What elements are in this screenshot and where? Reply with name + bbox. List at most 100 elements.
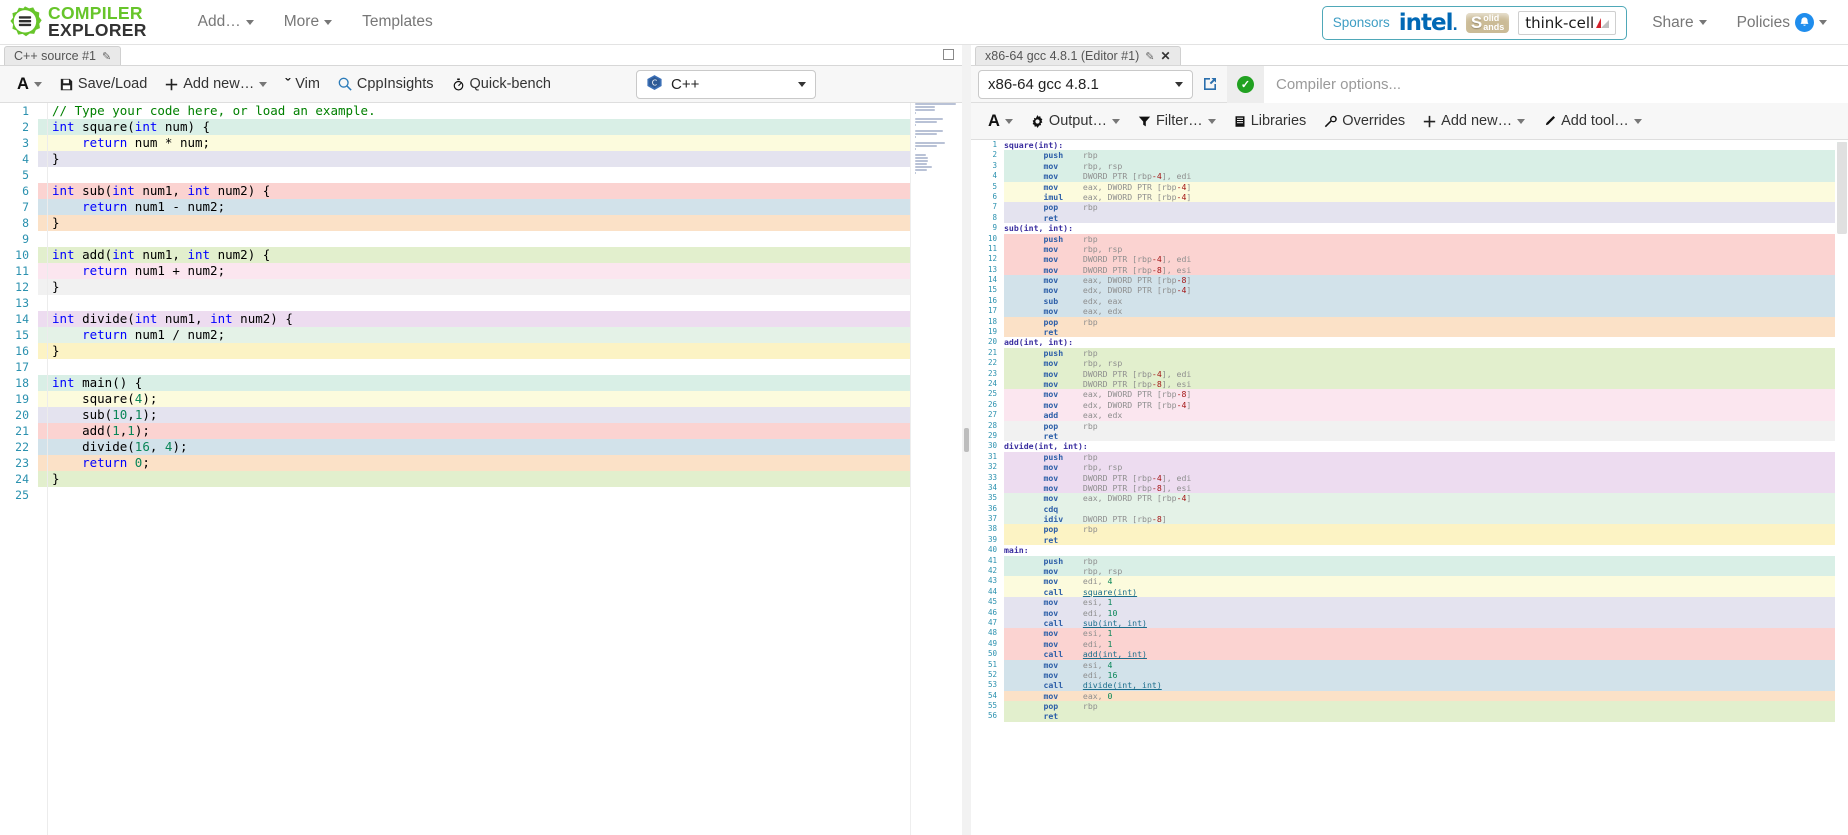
assembly-scroll-thumb[interactable] bbox=[1837, 142, 1847, 234]
assembly-scrollbar[interactable] bbox=[1835, 140, 1848, 835]
output-button[interactable]: Output… bbox=[1022, 108, 1129, 134]
add-tool-button[interactable]: Add tool… bbox=[1534, 108, 1651, 134]
source-code-line[interactable]: 2 int square(int num) { bbox=[0, 119, 962, 135]
compiler-select[interactable]: x86-64 gcc 4.8.1 bbox=[978, 69, 1193, 99]
filter-button[interactable]: Filter… bbox=[1129, 108, 1225, 134]
assembly-line[interactable]: 35 mov eax, DWORD PTR [rbp-4] bbox=[971, 493, 1848, 504]
assembly-line[interactable]: 31 push rbp bbox=[971, 451, 1848, 463]
assembly-line[interactable]: 13 mov DWORD PTR [rbp-8], esi bbox=[971, 264, 1848, 276]
maximise-pane-icon[interactable] bbox=[943, 49, 954, 60]
assembly-line[interactable]: 22 mov rbp, rsp bbox=[971, 358, 1848, 369]
assembly-line[interactable]: 1 square(int): bbox=[971, 140, 1848, 151]
source-code-line[interactable]: 15 return num1 / num2; bbox=[0, 327, 962, 343]
source-code-line[interactable]: 8} bbox=[0, 215, 962, 231]
assembly-line[interactable]: 27 add eax, edx bbox=[971, 410, 1848, 421]
assembly-line[interactable]: 10 push rbp bbox=[971, 233, 1848, 244]
assembly-line[interactable]: 30 divide(int, int): bbox=[971, 441, 1848, 452]
assembly-line[interactable]: 41 push rbp bbox=[971, 555, 1848, 567]
sponsors-box[interactable]: Sponsors intel. S olid ands think-cell bbox=[1321, 5, 1628, 40]
source-code-line[interactable]: 18 int main() { bbox=[0, 375, 962, 391]
pane-splitter-handle[interactable] bbox=[962, 45, 971, 835]
assembly-line[interactable]: 12 mov DWORD PTR [rbp-4], edi bbox=[971, 254, 1848, 265]
assembly-line[interactable]: 55 pop rbp bbox=[971, 701, 1848, 712]
assembly-line[interactable]: 23 mov DWORD PTR [rbp-4], edi bbox=[971, 368, 1848, 379]
assembly-line[interactable]: 5 mov eax, DWORD PTR [rbp-4] bbox=[971, 181, 1848, 192]
source-code-line[interactable]: 1 // Type your code here, or load an exam… bbox=[0, 103, 962, 119]
font-size-button[interactable]: A bbox=[979, 107, 1022, 136]
assembly-line[interactable]: 48 mov esi, 1 bbox=[971, 628, 1848, 639]
assembly-line[interactable]: 25 mov eax, DWORD PTR [rbp-8] bbox=[971, 389, 1848, 400]
assembly-line[interactable]: 20 add(int, int): bbox=[971, 337, 1848, 348]
assembly-line[interactable]: 8 ret bbox=[971, 212, 1848, 224]
nav-item-share[interactable]: Share bbox=[1637, 4, 1721, 42]
compiler-options-input[interactable] bbox=[1264, 65, 1848, 103]
source-code-line[interactable]: 22 divide(16, 4); bbox=[0, 439, 962, 455]
source-code-line[interactable]: 21 add(1,1); bbox=[0, 423, 962, 439]
add-new-button[interactable]: Add new… bbox=[1414, 108, 1534, 134]
compile-status-badge[interactable]: ✓ bbox=[1227, 65, 1264, 103]
source-code-line[interactable]: 7 return num1 - num2; bbox=[0, 199, 962, 215]
assembly-line[interactable]: 19 ret bbox=[971, 327, 1848, 338]
assembly-line[interactable]: 18 pop rbp bbox=[971, 316, 1848, 328]
assembly-line[interactable]: 38 pop rbp bbox=[971, 524, 1848, 535]
font-size-button[interactable]: A bbox=[8, 70, 51, 99]
assembly-line[interactable]: 3 mov rbp, rsp bbox=[971, 160, 1848, 172]
source-code-line[interactable]: 5 bbox=[0, 167, 962, 183]
assembly-line[interactable]: 43 mov edi, 4 bbox=[971, 576, 1848, 587]
assembly-line[interactable]: 51 mov esi, 4 bbox=[971, 659, 1848, 670]
assembly-line[interactable]: 47 call sub(int, int) bbox=[971, 617, 1848, 629]
assembly-line[interactable]: 37 idiv DWORD PTR [rbp-8] bbox=[971, 514, 1848, 525]
quick-bench-button[interactable]: Quick-bench bbox=[443, 71, 560, 97]
assembly-line[interactable]: 50 call add(int, int) bbox=[971, 649, 1848, 660]
source-minimap[interactable] bbox=[910, 103, 962, 835]
source-code-line[interactable]: 16} bbox=[0, 343, 962, 359]
source-code-line[interactable]: 14 int divide(int num1, int num2) { bbox=[0, 311, 962, 327]
cppinsights-button[interactable]: CppInsights bbox=[329, 71, 443, 97]
assembly-line[interactable]: 56 ret bbox=[971, 711, 1848, 722]
assembly-line[interactable]: 16 sub edx, eax bbox=[971, 295, 1848, 307]
think-cell-sponsor-logo[interactable]: think-cell bbox=[1518, 10, 1617, 35]
assembly-line[interactable]: 34 mov DWORD PTR [rbp-8], esi bbox=[971, 482, 1848, 494]
source-code-line[interactable]: 20 sub(10,1); bbox=[0, 407, 962, 423]
source-code-line[interactable]: 24} bbox=[0, 471, 962, 487]
overrides-button[interactable]: Overrides bbox=[1315, 108, 1414, 134]
nav-item-policies[interactable]: Policies bbox=[1722, 3, 1842, 42]
source-code-line[interactable]: 6 int sub(int num1, int num2) { bbox=[0, 183, 962, 199]
rename-pencil-icon[interactable]: ✎ bbox=[102, 50, 111, 63]
rename-pencil-icon[interactable]: ✎ bbox=[1145, 50, 1154, 63]
brand-logo-link[interactable]: COMPILER EXPLORER bbox=[0, 4, 147, 39]
assembly-output-view[interactable]: 1 square(int): 2 push rbp 3 mov rbp, rsp 4 m… bbox=[971, 140, 1848, 835]
assembly-line[interactable]: 42 mov rbp, rsp bbox=[971, 566, 1848, 577]
assembly-line[interactable]: 32 mov rbp, rsp bbox=[971, 462, 1848, 473]
assembly-line[interactable]: 7 pop rbp bbox=[971, 202, 1848, 213]
close-icon[interactable]: ✕ bbox=[1160, 49, 1170, 63]
add-new-button[interactable]: Add new… bbox=[156, 71, 276, 97]
assembly-line[interactable]: 4 mov DWORD PTR [rbp-4], edi bbox=[971, 171, 1848, 182]
solid-sands-sponsor-logo[interactable]: S olid ands bbox=[1465, 12, 1510, 33]
vim-button[interactable]: ˇ Vim bbox=[276, 71, 329, 98]
source-code-line[interactable]: 19 square(4); bbox=[0, 391, 962, 407]
assembly-line[interactable]: 24 mov DWORD PTR [rbp-8], esi bbox=[971, 378, 1848, 390]
source-code-line[interactable]: 25 bbox=[0, 487, 962, 503]
source-code-line[interactable]: 9 bbox=[0, 231, 962, 247]
nav-item-templates[interactable]: Templates bbox=[347, 3, 448, 41]
tab-cpp-source-1[interactable]: C++ source #1 ✎ bbox=[4, 46, 122, 65]
assembly-line[interactable]: 26 mov edx, DWORD PTR [rbp-4] bbox=[971, 399, 1848, 411]
assembly-line[interactable]: 9 sub(int, int): bbox=[971, 223, 1848, 234]
tab-x86-64-gcc[interactable]: x86-64 gcc 4.8.1 (Editor #1) ✎ ✕ bbox=[975, 46, 1181, 65]
assembly-line[interactable]: 15 mov edx, DWORD PTR [rbp-4] bbox=[971, 285, 1848, 296]
assembly-line[interactable]: 52 mov edi, 16 bbox=[971, 669, 1848, 681]
assembly-line[interactable]: 44 call square(int) bbox=[971, 586, 1848, 598]
open-compiler-docs-button[interactable] bbox=[1193, 76, 1227, 92]
assembly-line[interactable]: 14 mov eax, DWORD PTR [rbp-8] bbox=[971, 275, 1848, 286]
assembly-line[interactable]: 17 mov eax, edx bbox=[971, 306, 1848, 317]
language-select[interactable]: C C++ bbox=[636, 70, 816, 99]
assembly-line[interactable]: 11 mov rbp, rsp bbox=[971, 243, 1848, 255]
assembly-line[interactable]: 39 ret bbox=[971, 534, 1848, 546]
nav-item-more[interactable]: More bbox=[269, 3, 347, 41]
assembly-line[interactable]: 45 mov esi, 1 bbox=[971, 597, 1848, 608]
assembly-line[interactable]: 46 mov edi, 10 bbox=[971, 607, 1848, 618]
assembly-line[interactable]: 36 cdq bbox=[971, 503, 1848, 515]
assembly-line[interactable]: 2 push rbp bbox=[971, 150, 1848, 161]
assembly-line[interactable]: 49 mov edi, 1 bbox=[971, 638, 1848, 650]
